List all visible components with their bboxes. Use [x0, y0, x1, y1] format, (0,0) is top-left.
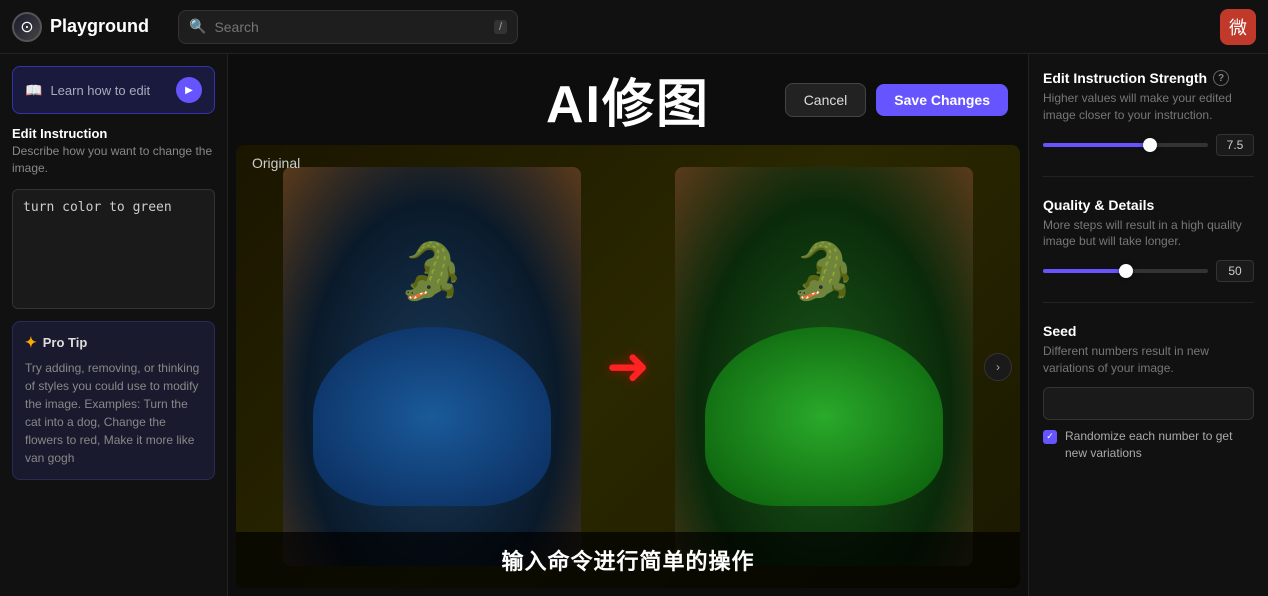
play-button[interactable]: ▶ — [176, 77, 202, 103]
left-sidebar: 📖 Learn how to edit ▶ Edit Instruction D… — [0, 54, 228, 596]
main-layout: 📖 Learn how to edit ▶ Edit Instruction D… — [0, 54, 1268, 596]
avatar[interactable]: 微 — [1220, 9, 1256, 45]
quality-slider-track[interactable] — [1043, 269, 1208, 273]
search-shortcut: / — [494, 20, 507, 34]
strength-slider-row: 7.5 — [1043, 134, 1254, 156]
edit-instruction-desc: Describe how you want to change the imag… — [12, 143, 215, 177]
center-area: AI修图 Cancel Save Changes Original ➜ — [228, 54, 1028, 596]
quality-slider-thumb[interactable] — [1119, 264, 1133, 278]
randomize-label: Randomize each number to get new variati… — [1065, 428, 1254, 462]
strength-slider-fill — [1043, 143, 1150, 147]
quality-value: 50 — [1216, 260, 1254, 282]
after-image — [675, 167, 973, 566]
star-icon: ✦ — [25, 334, 37, 351]
arrow-container: ➜ — [581, 337, 675, 397]
strength-desc: Higher values will make your edited imag… — [1043, 90, 1254, 124]
learn-how-to-edit-button[interactable]: 📖 Learn how to edit ▶ — [12, 66, 215, 114]
seed-section: Seed Different numbers result in new var… — [1043, 323, 1254, 461]
page-title: AI修图 — [546, 62, 710, 137]
header-actions: Cancel Save Changes — [785, 83, 1008, 117]
pro-tip-title-label: Pro Tip — [43, 335, 88, 350]
next-button[interactable]: › — [984, 353, 1012, 381]
logo-icon: ⊙ — [12, 12, 42, 42]
original-label: Original — [252, 155, 300, 171]
search-icon: 🔍 — [189, 18, 206, 35]
pro-tip-box: ✦ Pro Tip Try adding, removing, or think… — [12, 321, 215, 480]
quality-slider-row: 50 — [1043, 260, 1254, 282]
quality-desc: More steps will result in a high quality… — [1043, 217, 1254, 251]
center-header: AI修图 Cancel Save Changes — [228, 54, 1028, 145]
topbar: ⊙ Playground 🔍 / 微 — [0, 0, 1268, 54]
image-canvas: ➜ 输入命令进行简单的操作 — [236, 145, 1020, 588]
strength-title: Edit Instruction Strength — [1043, 70, 1207, 86]
search-input[interactable] — [214, 19, 486, 35]
check-icon: ✓ — [1046, 431, 1054, 442]
blue-bike-visual — [313, 327, 551, 506]
logo-area: ⊙ Playground — [12, 12, 162, 42]
strength-slider-thumb[interactable] — [1143, 138, 1157, 152]
quality-section: Quality & Details More steps will result… — [1043, 197, 1254, 283]
green-bike-visual — [705, 327, 943, 506]
quality-slider-fill — [1043, 269, 1126, 273]
seed-title: Seed — [1043, 323, 1076, 339]
seed-desc: Different numbers result in new variatio… — [1043, 343, 1254, 377]
search-bar[interactable]: 🔍 / — [178, 10, 518, 44]
pro-tip-text: Try adding, removing, or thinking of sty… — [25, 359, 202, 467]
randomize-checkbox[interactable]: ✓ — [1043, 430, 1057, 444]
image-content: ➜ — [236, 145, 1020, 588]
save-changes-button[interactable]: Save Changes — [876, 84, 1008, 116]
divider-1 — [1043, 176, 1254, 177]
before-image — [283, 167, 581, 566]
book-icon: 📖 — [25, 82, 42, 99]
strength-slider-track[interactable] — [1043, 143, 1208, 147]
arrow-icon: ➜ — [606, 337, 650, 397]
logo-text: Playground — [50, 16, 149, 37]
strength-section: Edit Instruction Strength ? Higher value… — [1043, 70, 1254, 156]
edit-instruction-section: Edit Instruction Describe how you want t… — [12, 126, 215, 177]
divider-2 — [1043, 302, 1254, 303]
instruction-textarea[interactable]: turn color to green — [12, 189, 215, 309]
quality-title: Quality & Details — [1043, 197, 1154, 213]
image-container: Original ➜ 输入命令进行简单的操作 — [236, 145, 1020, 588]
strength-info-icon[interactable]: ? — [1213, 70, 1229, 86]
right-sidebar: Edit Instruction Strength ? Higher value… — [1028, 54, 1268, 596]
learn-btn-label: Learn how to edit — [50, 83, 150, 98]
seed-input[interactable] — [1043, 387, 1254, 420]
randomize-row: ✓ Randomize each number to get new varia… — [1043, 428, 1254, 462]
cancel-button[interactable]: Cancel — [785, 83, 867, 117]
image-subtitle: 输入命令进行简单的操作 — [236, 532, 1020, 588]
edit-instruction-title: Edit Instruction — [12, 126, 215, 141]
strength-value: 7.5 — [1216, 134, 1254, 156]
